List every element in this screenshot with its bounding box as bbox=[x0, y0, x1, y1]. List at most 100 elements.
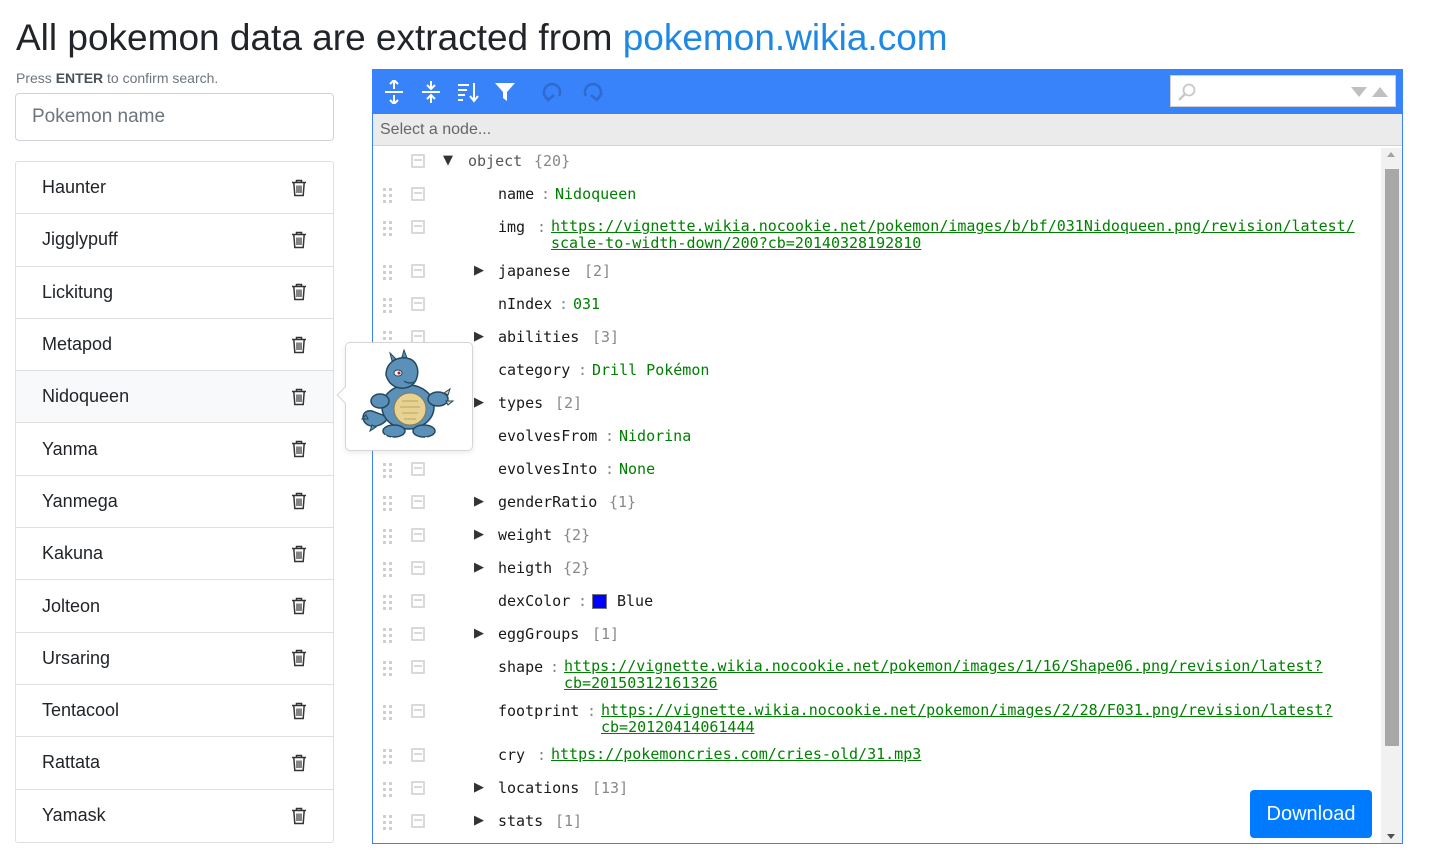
trash-icon[interactable] bbox=[291, 179, 307, 197]
field-key[interactable]: abilities bbox=[498, 328, 579, 346]
editor-navigation-bar[interactable]: Select a node... bbox=[373, 114, 1402, 146]
list-item[interactable]: Kakuna bbox=[16, 528, 333, 581]
editor-search-box[interactable] bbox=[1170, 75, 1396, 107]
list-item[interactable]: Haunter bbox=[16, 162, 333, 215]
drag-handle-icon[interactable] bbox=[383, 528, 393, 544]
url-link[interactable]: https://vignette.wikia.nocookie.net/poke… bbox=[601, 702, 1333, 719]
expand-toggle-icon[interactable]: ▶ bbox=[474, 626, 484, 641]
context-menu-button[interactable] bbox=[411, 528, 425, 542]
field-value[interactable]: 031 bbox=[573, 295, 600, 313]
drag-handle-icon[interactable] bbox=[383, 495, 393, 511]
context-menu-button[interactable] bbox=[411, 814, 425, 828]
list-item[interactable]: Metapod bbox=[16, 319, 333, 372]
field-value[interactable]: Nidorina bbox=[619, 427, 691, 445]
pokemon-search-input[interactable] bbox=[15, 93, 334, 141]
context-menu-button[interactable] bbox=[411, 462, 425, 476]
list-item[interactable]: Yanmega bbox=[16, 476, 333, 529]
expand-toggle-icon[interactable]: ▶ bbox=[474, 395, 484, 410]
expand-toggle-icon[interactable]: ▶ bbox=[474, 494, 484, 509]
search-next-icon[interactable] bbox=[1351, 87, 1367, 97]
trash-icon[interactable] bbox=[291, 388, 307, 406]
context-menu-button[interactable] bbox=[411, 627, 425, 641]
field-key[interactable]: evolvesInto bbox=[498, 460, 597, 478]
field-value[interactable]: https://vignette.wikia.nocookie.net/poke… bbox=[564, 658, 1323, 692]
vertical-scrollbar[interactable] bbox=[1381, 148, 1402, 843]
trash-icon[interactable] bbox=[291, 231, 307, 249]
trash-icon[interactable] bbox=[291, 440, 307, 458]
list-item[interactable]: Jolteon bbox=[16, 580, 333, 633]
url-link-continued[interactable]: cb=20150312161326 bbox=[564, 675, 1323, 692]
drag-handle-icon[interactable] bbox=[383, 594, 393, 610]
url-link[interactable]: https://pokemoncries.com/cries-old/31.mp… bbox=[551, 746, 921, 763]
trash-icon[interactable] bbox=[291, 754, 307, 772]
context-menu-button[interactable] bbox=[411, 495, 425, 509]
scroll-up-icon[interactable] bbox=[1387, 152, 1395, 157]
scroll-down-icon[interactable] bbox=[1387, 834, 1395, 839]
expand-toggle-icon[interactable]: ▶ bbox=[474, 813, 484, 828]
field-value[interactable]: None bbox=[619, 460, 655, 478]
context-menu-button[interactable] bbox=[411, 594, 425, 608]
field-key[interactable]: category bbox=[498, 361, 570, 379]
context-menu-button[interactable] bbox=[411, 297, 425, 311]
expand-all-icon[interactable] bbox=[380, 78, 408, 106]
url-link-continued[interactable]: scale-to-width-down/200?cb=2014032819281… bbox=[551, 235, 1355, 252]
drag-handle-icon[interactable] bbox=[383, 627, 393, 643]
field-key[interactable]: evolvesFrom bbox=[498, 427, 597, 445]
field-value[interactable]: Blue bbox=[617, 592, 653, 610]
url-link-continued[interactable]: cb=20120414061444 bbox=[601, 719, 1333, 736]
list-item[interactable]: Lickitung bbox=[16, 267, 333, 319]
context-menu-button[interactable] bbox=[411, 660, 425, 674]
filter-icon[interactable] bbox=[491, 78, 519, 106]
drag-handle-icon[interactable] bbox=[383, 660, 393, 676]
field-key[interactable]: footprint bbox=[498, 702, 579, 720]
expand-toggle-icon[interactable]: ▶ bbox=[474, 780, 484, 795]
field-key[interactable]: shape bbox=[498, 658, 543, 676]
list-item[interactable]: Yanma bbox=[16, 423, 333, 476]
drag-handle-icon[interactable] bbox=[383, 748, 393, 764]
field-key[interactable]: heigth bbox=[498, 559, 552, 577]
drag-handle-icon[interactable] bbox=[383, 187, 393, 203]
list-item[interactable]: Tentacool bbox=[16, 685, 333, 738]
field-key[interactable]: img bbox=[498, 218, 525, 236]
color-swatch[interactable] bbox=[592, 594, 607, 609]
field-key[interactable]: nIndex bbox=[498, 295, 552, 313]
field-key[interactable]: locations bbox=[498, 779, 579, 797]
drag-handle-icon[interactable] bbox=[383, 264, 393, 280]
field-value[interactable]: Drill Pokémon bbox=[592, 361, 709, 379]
field-key[interactable]: weight bbox=[498, 526, 552, 544]
trash-icon[interactable] bbox=[291, 597, 307, 615]
drag-handle-icon[interactable] bbox=[383, 814, 393, 830]
scroll-thumb[interactable] bbox=[1385, 169, 1399, 746]
download-button[interactable]: Download bbox=[1250, 790, 1372, 838]
trash-icon[interactable] bbox=[291, 492, 307, 510]
trash-icon[interactable] bbox=[291, 649, 307, 667]
field-key[interactable]: japanese bbox=[498, 262, 570, 280]
field-key[interactable]: name bbox=[498, 185, 534, 203]
sort-icon[interactable] bbox=[454, 78, 482, 106]
field-key[interactable]: stats bbox=[498, 812, 543, 830]
expand-toggle-icon[interactable]: ▶ bbox=[474, 329, 484, 344]
undo-icon[interactable] bbox=[539, 78, 567, 106]
drag-handle-icon[interactable] bbox=[383, 297, 393, 313]
context-menu-button[interactable] bbox=[411, 264, 425, 278]
collapse-toggle-icon[interactable]: ▼ bbox=[443, 153, 453, 168]
collapse-all-icon[interactable] bbox=[417, 78, 445, 106]
field-key[interactable]: types bbox=[498, 394, 543, 412]
list-item[interactable]: Jigglypuff bbox=[16, 214, 333, 267]
wikia-link[interactable]: pokemon.wikia.com bbox=[623, 17, 948, 58]
context-menu-button[interactable] bbox=[411, 781, 425, 795]
drag-handle-icon[interactable] bbox=[383, 220, 393, 236]
drag-handle-icon[interactable] bbox=[383, 704, 393, 720]
context-menu-button[interactable] bbox=[411, 154, 425, 168]
field-key[interactable]: dexColor bbox=[498, 592, 570, 610]
field-key[interactable]: genderRatio bbox=[498, 493, 597, 511]
expand-toggle-icon[interactable]: ▶ bbox=[474, 560, 484, 575]
expand-toggle-icon[interactable]: ▶ bbox=[474, 263, 484, 278]
url-link[interactable]: https://vignette.wikia.nocookie.net/poke… bbox=[551, 218, 1355, 235]
trash-icon[interactable] bbox=[291, 336, 307, 354]
trash-icon[interactable] bbox=[291, 545, 307, 563]
field-key[interactable]: eggGroups bbox=[498, 625, 579, 643]
field-value[interactable]: Nidoqueen bbox=[555, 185, 636, 203]
field-key[interactable]: cry bbox=[498, 746, 525, 764]
search-previous-icon[interactable] bbox=[1372, 87, 1388, 97]
